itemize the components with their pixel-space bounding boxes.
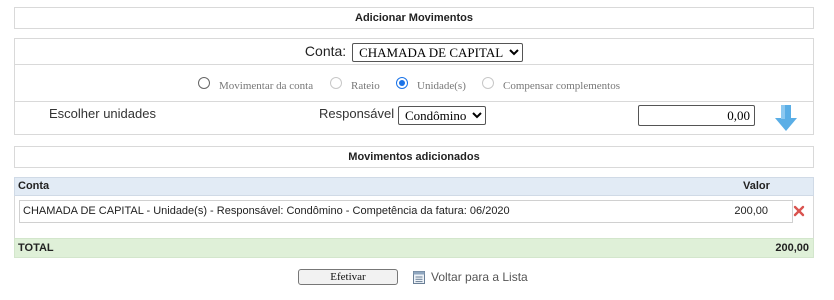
movement-value: 200,00 <box>734 205 768 217</box>
total-value: 200,00 <box>775 242 809 254</box>
movement-type-radio-group: Movimentar da conta Rateio Unidade(s) Co… <box>14 64 814 102</box>
valor-input[interactable] <box>638 105 755 126</box>
list-icon[interactable] <box>413 271 425 284</box>
movement-description: CHAMADA DE CAPITAL - Unidade(s) - Respon… <box>23 205 510 217</box>
radio-label: Unidade(s) <box>417 80 466 92</box>
total-row: TOTAL 200,00 <box>14 238 814 258</box>
voltar-para-lista-link[interactable]: Voltar para a Lista <box>431 270 528 284</box>
radio-circle[interactable] <box>198 77 210 89</box>
column-valor: Valor <box>743 180 770 192</box>
radio-circle[interactable] <box>482 77 494 89</box>
add-movements-title: Adicionar Movimentos <box>14 7 814 29</box>
radio-label: Compensar complementos <box>503 80 621 92</box>
responsavel-label: Responsável <box>319 106 395 121</box>
units-row: Escolher unidades Responsável Condômino <box>14 101 814 135</box>
responsavel-select[interactable]: Condômino <box>398 106 486 125</box>
radio-circle[interactable] <box>330 77 342 89</box>
movements-table-body: CHAMADA DE CAPITAL - Unidade(s) - Respon… <box>14 196 814 238</box>
arrow-down-icon[interactable] <box>775 104 797 132</box>
conta-row: Conta: CHAMADA DE CAPITAL <box>14 38 814 64</box>
efetivar-button[interactable]: Efetivar <box>298 269 398 285</box>
column-conta: Conta <box>18 180 50 192</box>
delete-x-icon[interactable] <box>793 205 805 217</box>
movements-table-header: Conta Valor <box>14 177 814 196</box>
escolher-unidades-label: Escolher unidades <box>49 106 156 121</box>
radio-circle[interactable] <box>396 77 408 89</box>
conta-label: Conta: <box>304 43 347 59</box>
radio-label: Movimentar da conta <box>219 80 314 92</box>
conta-select[interactable]: CHAMADA DE CAPITAL <box>352 42 524 62</box>
radio-label: Rateio <box>351 80 380 92</box>
movements-added-title: Movimentos adicionados <box>14 146 814 168</box>
total-label: TOTAL <box>18 242 54 254</box>
table-row: CHAMADA DE CAPITAL - Unidade(s) - Respon… <box>19 200 793 223</box>
